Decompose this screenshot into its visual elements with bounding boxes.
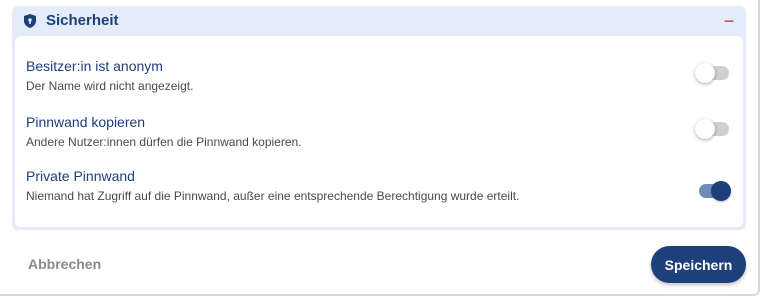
save-button[interactable]: Speichern <box>651 246 746 283</box>
shield-icon <box>24 14 36 28</box>
setting-anonymous-owner: Besitzer:in ist anonym Der Name wird nic… <box>26 58 729 98</box>
setting-title: Besitzer:in ist anonym <box>26 58 163 74</box>
setting-private-board: Private Pinnwand Niemand hat Zugriff auf… <box>26 168 731 220</box>
settings-list: Besitzer:in ist anonym Der Name wird nic… <box>15 36 743 227</box>
setting-title: Pinnwand kopieren <box>26 114 146 130</box>
security-panel-header[interactable]: Sicherheit − <box>12 6 746 36</box>
setting-title: Private Pinnwand <box>26 168 135 184</box>
panel-title: Sicherheit <box>46 12 119 29</box>
toggle-knob <box>711 181 731 201</box>
setting-description: Niemand hat Zugriff auf die Pinnwand, au… <box>26 189 520 203</box>
toggle-knob <box>695 63 715 83</box>
setting-description: Andere Nutzer:innen dürfen die Pinnwand … <box>26 135 302 149</box>
setting-description: Der Name wird nicht angezeigt. <box>26 79 194 93</box>
toggle-private-board[interactable] <box>695 178 731 202</box>
security-settings-dialog: Sicherheit − Besitzer:in ist anonym Der … <box>0 0 760 296</box>
cancel-button[interactable]: Abbrechen <box>28 256 101 273</box>
toggle-anonymous-owner[interactable] <box>695 60 731 84</box>
toggle-copy-board[interactable] <box>695 116 731 140</box>
minus-icon[interactable]: − <box>722 11 736 31</box>
toggle-knob <box>695 119 715 139</box>
setting-copy-board: Pinnwand kopieren Andere Nutzer:innen dü… <box>26 114 729 154</box>
security-panel: Sicherheit − Besitzer:in ist anonym Der … <box>12 6 746 230</box>
